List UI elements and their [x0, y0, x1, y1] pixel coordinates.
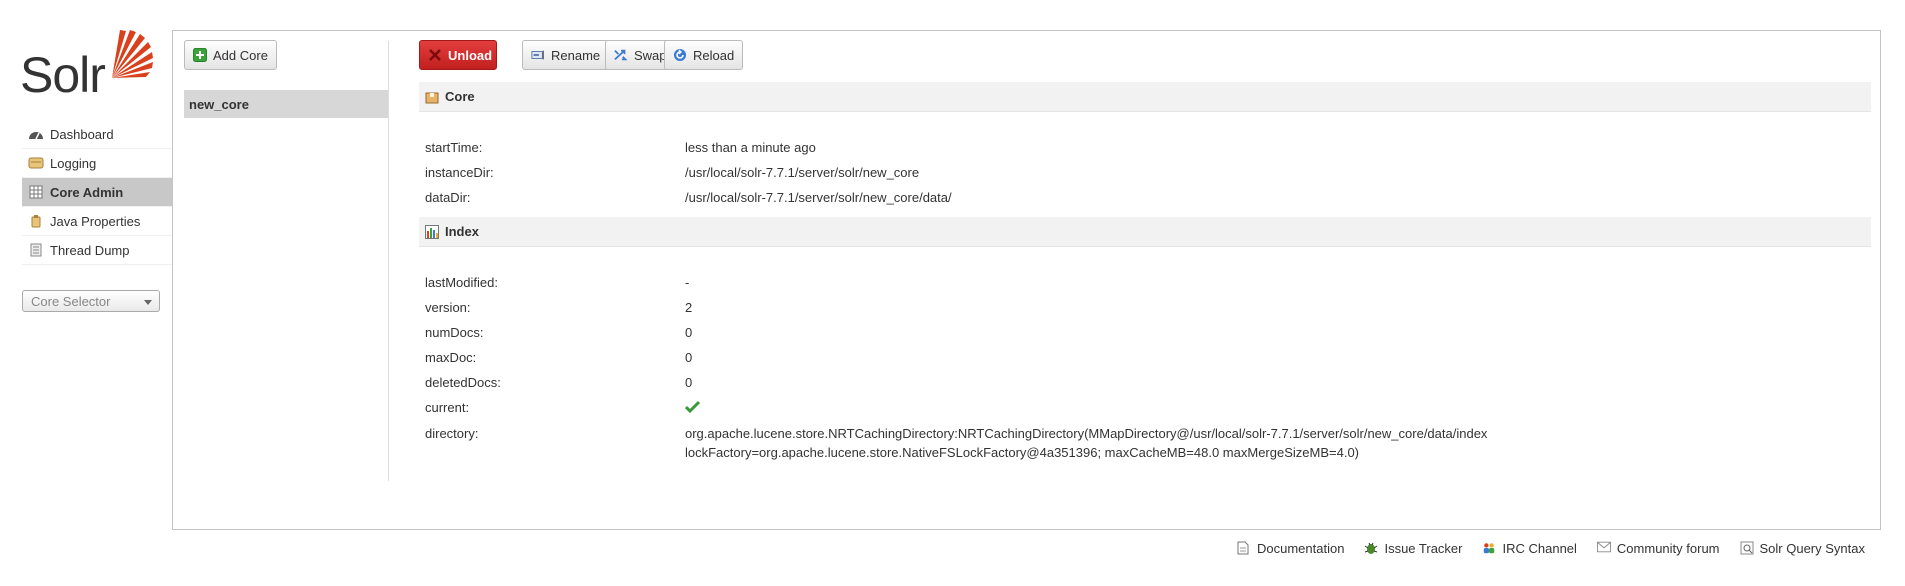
footer-link-solr-query-syntax[interactable]: Solr Query Syntax — [1740, 540, 1866, 556]
row-key: instanceDir: — [425, 165, 494, 180]
row-value: org.apache.lucene.store.NRTCachingDirect… — [685, 426, 1488, 441]
solr-logo[interactable]: Solr — [20, 28, 155, 103]
footer-link-label: IRC Channel — [1502, 540, 1577, 556]
footer-link-label: Issue Tracker — [1384, 540, 1463, 556]
mail-icon — [1596, 541, 1611, 555]
nav-item-thread-dump[interactable]: Thread Dump — [22, 236, 172, 265]
footer-link-label: Community forum — [1616, 540, 1720, 556]
footer-links: Documentation Issue Tracker IRC Channel … — [1237, 538, 1865, 558]
row-value: 2 — [685, 300, 693, 315]
footer-link-community-forum[interactable]: Community forum — [1596, 540, 1720, 556]
nav-label: Dashboard — [50, 126, 114, 142]
footer-link-issue-tracker[interactable]: Issue Tracker — [1364, 541, 1462, 556]
query-syntax-icon — [1740, 541, 1754, 555]
java-properties-icon — [28, 214, 44, 228]
row-value-continued: lockFactory=org.apache.lucene.store.Nati… — [685, 445, 1360, 460]
documentation-icon — [1237, 541, 1251, 555]
row-key: startTime: — [425, 140, 483, 155]
nav-item-core-admin[interactable]: Core Admin — [22, 178, 172, 207]
row-value: 0 — [685, 375, 693, 390]
irc-icon — [1482, 541, 1496, 555]
package-icon — [425, 90, 439, 104]
add-core-button[interactable]: Add Core — [184, 40, 277, 70]
row-value: less than a minute ago — [685, 140, 816, 155]
row-key: directory: — [425, 426, 479, 441]
rename-label: Rename — [551, 47, 601, 63]
dashboard-icon — [28, 127, 44, 141]
nav-item-java-properties[interactable]: Java Properties — [22, 207, 172, 236]
bar-chart-icon — [425, 224, 439, 239]
reload-button[interactable]: Reload — [664, 40, 744, 70]
main-navigation: Dashboard Logging Core Admin Java Proper… — [22, 120, 172, 265]
nav-label: Core Admin — [50, 184, 124, 200]
main-content: Add Core new_core Unload Rename Swap Rel… — [172, 30, 1881, 530]
nav-label: Logging — [50, 155, 97, 171]
row-key: deletedDocs: — [425, 375, 501, 390]
row-value: - — [685, 275, 690, 290]
row-key: numDocs: — [425, 325, 484, 340]
core-selector-dropdown[interactable]: Core Selector — [22, 290, 160, 312]
row-value: 0 — [685, 350, 693, 365]
row-value: 0 — [685, 325, 693, 340]
footer-link-documentation[interactable]: Documentation — [1237, 541, 1344, 556]
nav-item-dashboard[interactable]: Dashboard — [22, 120, 172, 149]
row-value: /usr/local/solr-7.7.1/server/solr/new_co… — [685, 165, 920, 180]
row-key: maxDoc: — [425, 350, 477, 365]
thread-dump-icon — [28, 243, 44, 257]
chevron-down-icon — [144, 300, 152, 305]
rename-icon — [531, 48, 545, 62]
index-section-title: Index — [445, 224, 479, 239]
nav-label: Java Properties — [50, 213, 141, 229]
core-section-header: Core — [419, 82, 1871, 112]
footer-link-label: Documentation — [1257, 540, 1345, 556]
current-check-icon — [684, 400, 701, 416]
add-core-label: Add Core — [213, 47, 268, 63]
reload-label: Reload — [693, 47, 735, 63]
row-value: /usr/local/solr-7.7.1/server/solr/new_co… — [685, 190, 952, 205]
rename-button[interactable]: Rename — [522, 40, 610, 70]
swap-icon — [614, 48, 628, 62]
row-key: lastModified: — [425, 275, 498, 290]
logo-text: Solr — [20, 47, 106, 103]
core-admin-icon — [28, 185, 44, 199]
unload-icon — [428, 48, 442, 62]
footer-link-label: Solr Query Syntax — [1759, 540, 1866, 556]
logging-icon — [28, 156, 44, 170]
unload-button[interactable]: Unload — [419, 40, 497, 70]
reload-icon — [673, 48, 687, 62]
index-section-header: Index — [419, 217, 1871, 247]
core-section-title: Core — [445, 89, 475, 104]
row-key: dataDir: — [425, 190, 471, 205]
core-selector-placeholder: Core Selector — [31, 293, 111, 309]
solr-sun-icon — [112, 30, 153, 78]
swap-label: Swap — [634, 47, 667, 63]
row-key: current: — [425, 400, 470, 415]
core-list-item[interactable]: new_core — [184, 90, 388, 118]
plus-icon — [193, 48, 207, 62]
nav-item-logging[interactable]: Logging — [22, 149, 172, 178]
bug-icon — [1364, 541, 1378, 555]
nav-label: Thread Dump — [50, 242, 130, 258]
unload-label: Unload — [448, 47, 493, 63]
footer-link-irc-channel[interactable]: IRC Channel — [1482, 540, 1577, 556]
row-key: version: — [425, 300, 471, 315]
